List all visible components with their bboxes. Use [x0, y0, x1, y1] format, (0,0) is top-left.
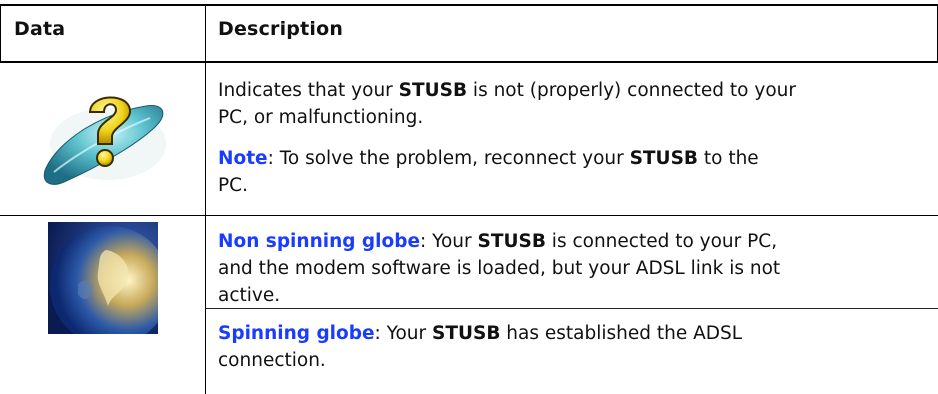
row-divider	[0, 215, 938, 216]
modem-question-icon	[43, 96, 166, 185]
column-header-description: Description	[218, 18, 344, 40]
entry2-after: has established the ADSL	[500, 323, 743, 344]
row1-p2-after: to the	[698, 148, 759, 169]
row1-p1-after: is not (properly) connected to your	[467, 80, 796, 101]
non-spinning-globe-label: Non spinning globe	[218, 231, 421, 252]
entry2-text: : Your	[374, 323, 433, 344]
column-header-data: Data	[14, 18, 66, 40]
entry1-text: : Your	[420, 231, 478, 252]
column-divider	[205, 5, 206, 394]
row1-p2-text: : To solve the problem, reconnect your	[267, 148, 630, 169]
row1-p2-line2: PC.	[218, 175, 248, 196]
row1-p2-bold: STUSB	[629, 148, 698, 169]
entry1-line2: and the modem software is loaded, but yo…	[218, 258, 781, 279]
row1-paragraph1: Indicates that your STUSB is not (proper…	[218, 77, 918, 131]
entry1-after: is connected to your PC,	[545, 231, 778, 252]
entry2-bold: STUSB	[432, 323, 501, 344]
globe-icon	[48, 222, 158, 334]
entry2-line2: connection.	[218, 350, 326, 371]
table-top-rule	[0, 4, 938, 6]
header-left-border	[0, 5, 1, 63]
entry1-bold: STUSB	[477, 231, 546, 252]
header-rule	[0, 61, 938, 63]
spinning-globe-label: Spinning globe	[218, 323, 375, 344]
non-spinning-globe-entry: Non spinning globe: Your STUSB is connec…	[218, 228, 918, 309]
entry1-line3: active.	[218, 285, 281, 306]
table: Data Description Indicates that your STU…	[0, 0, 938, 394]
note-label: Note	[218, 148, 268, 169]
spinning-globe-entry: Spinning globe: Your STUSB has establish…	[218, 320, 918, 374]
row1-p1-bold: STUSB	[398, 80, 468, 101]
row1-p1-line2: PC, or malfunctioning.	[218, 107, 424, 128]
row1-p1-before: Indicates that your	[218, 80, 399, 101]
row1-paragraph2: Note: To solve the problem, reconnect yo…	[218, 145, 918, 199]
